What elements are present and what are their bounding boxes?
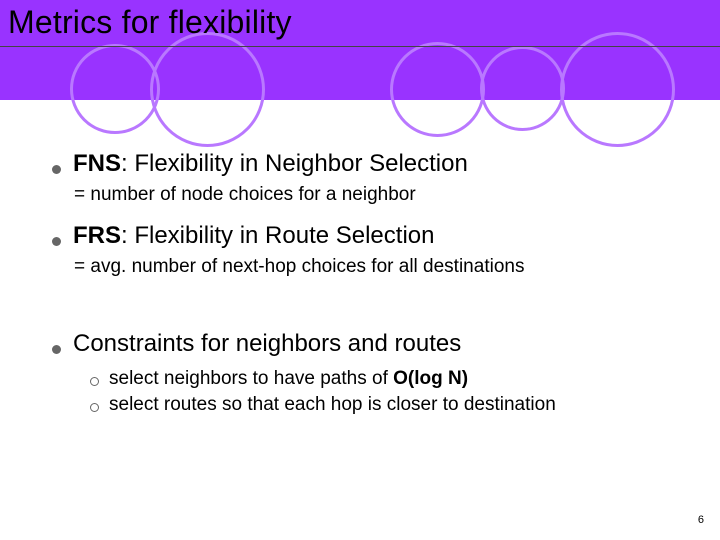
- list-item: FNS: Flexibility in Neighbor Selection: [52, 150, 680, 178]
- expansion: : Flexibility in Route Selection: [121, 222, 434, 249]
- sub-list-item: select neighbors to have paths of O(log …: [90, 368, 680, 390]
- title-underline: [0, 46, 720, 47]
- sub-bullet-text: select routes so that each hop is closer…: [109, 394, 556, 416]
- bullet-icon: [52, 345, 61, 354]
- bullet-icon: [52, 237, 61, 246]
- circle-decoration: [560, 32, 675, 147]
- slide-title: Metrics for flexibility: [8, 4, 292, 41]
- ring-icon: [90, 377, 99, 386]
- bullet-text: FRS: Flexibility in Route Selection: [73, 222, 434, 250]
- ring-icon: [90, 403, 99, 412]
- term: FNS: [73, 150, 121, 177]
- slide-content: FNS: Flexibility in Neighbor Selection =…: [52, 150, 680, 416]
- sub-bold: O(log N): [393, 368, 468, 389]
- bullet-text: FNS: Flexibility in Neighbor Selection: [73, 150, 468, 178]
- circle-decoration: [480, 46, 565, 131]
- bullet-subtext: = avg. number of next-hop choices for al…: [74, 256, 680, 278]
- sub-bullet-text: select neighbors to have paths of O(log …: [109, 368, 468, 390]
- decorative-circles: [0, 36, 720, 136]
- circle-decoration: [150, 32, 265, 147]
- circle-decoration: [390, 42, 485, 137]
- bullet-text: Constraints for neighbors and routes: [73, 330, 461, 358]
- term: FRS: [73, 222, 121, 249]
- bullet-subtext: = number of node choices for a neighbor: [74, 184, 680, 206]
- circle-decoration: [70, 44, 160, 134]
- expansion: : Flexibility in Neighbor Selection: [121, 150, 468, 177]
- sub-list: select neighbors to have paths of O(log …: [90, 368, 680, 416]
- sub-pre: select neighbors to have paths of: [109, 368, 393, 389]
- sub-list-item: select routes so that each hop is closer…: [90, 394, 680, 416]
- bullet-icon: [52, 165, 61, 174]
- list-item: FRS: Flexibility in Route Selection: [52, 222, 680, 250]
- page-number: 6: [698, 514, 704, 526]
- list-item: Constraints for neighbors and routes: [52, 330, 680, 358]
- sub-pre: select routes so that each hop is closer…: [109, 394, 556, 415]
